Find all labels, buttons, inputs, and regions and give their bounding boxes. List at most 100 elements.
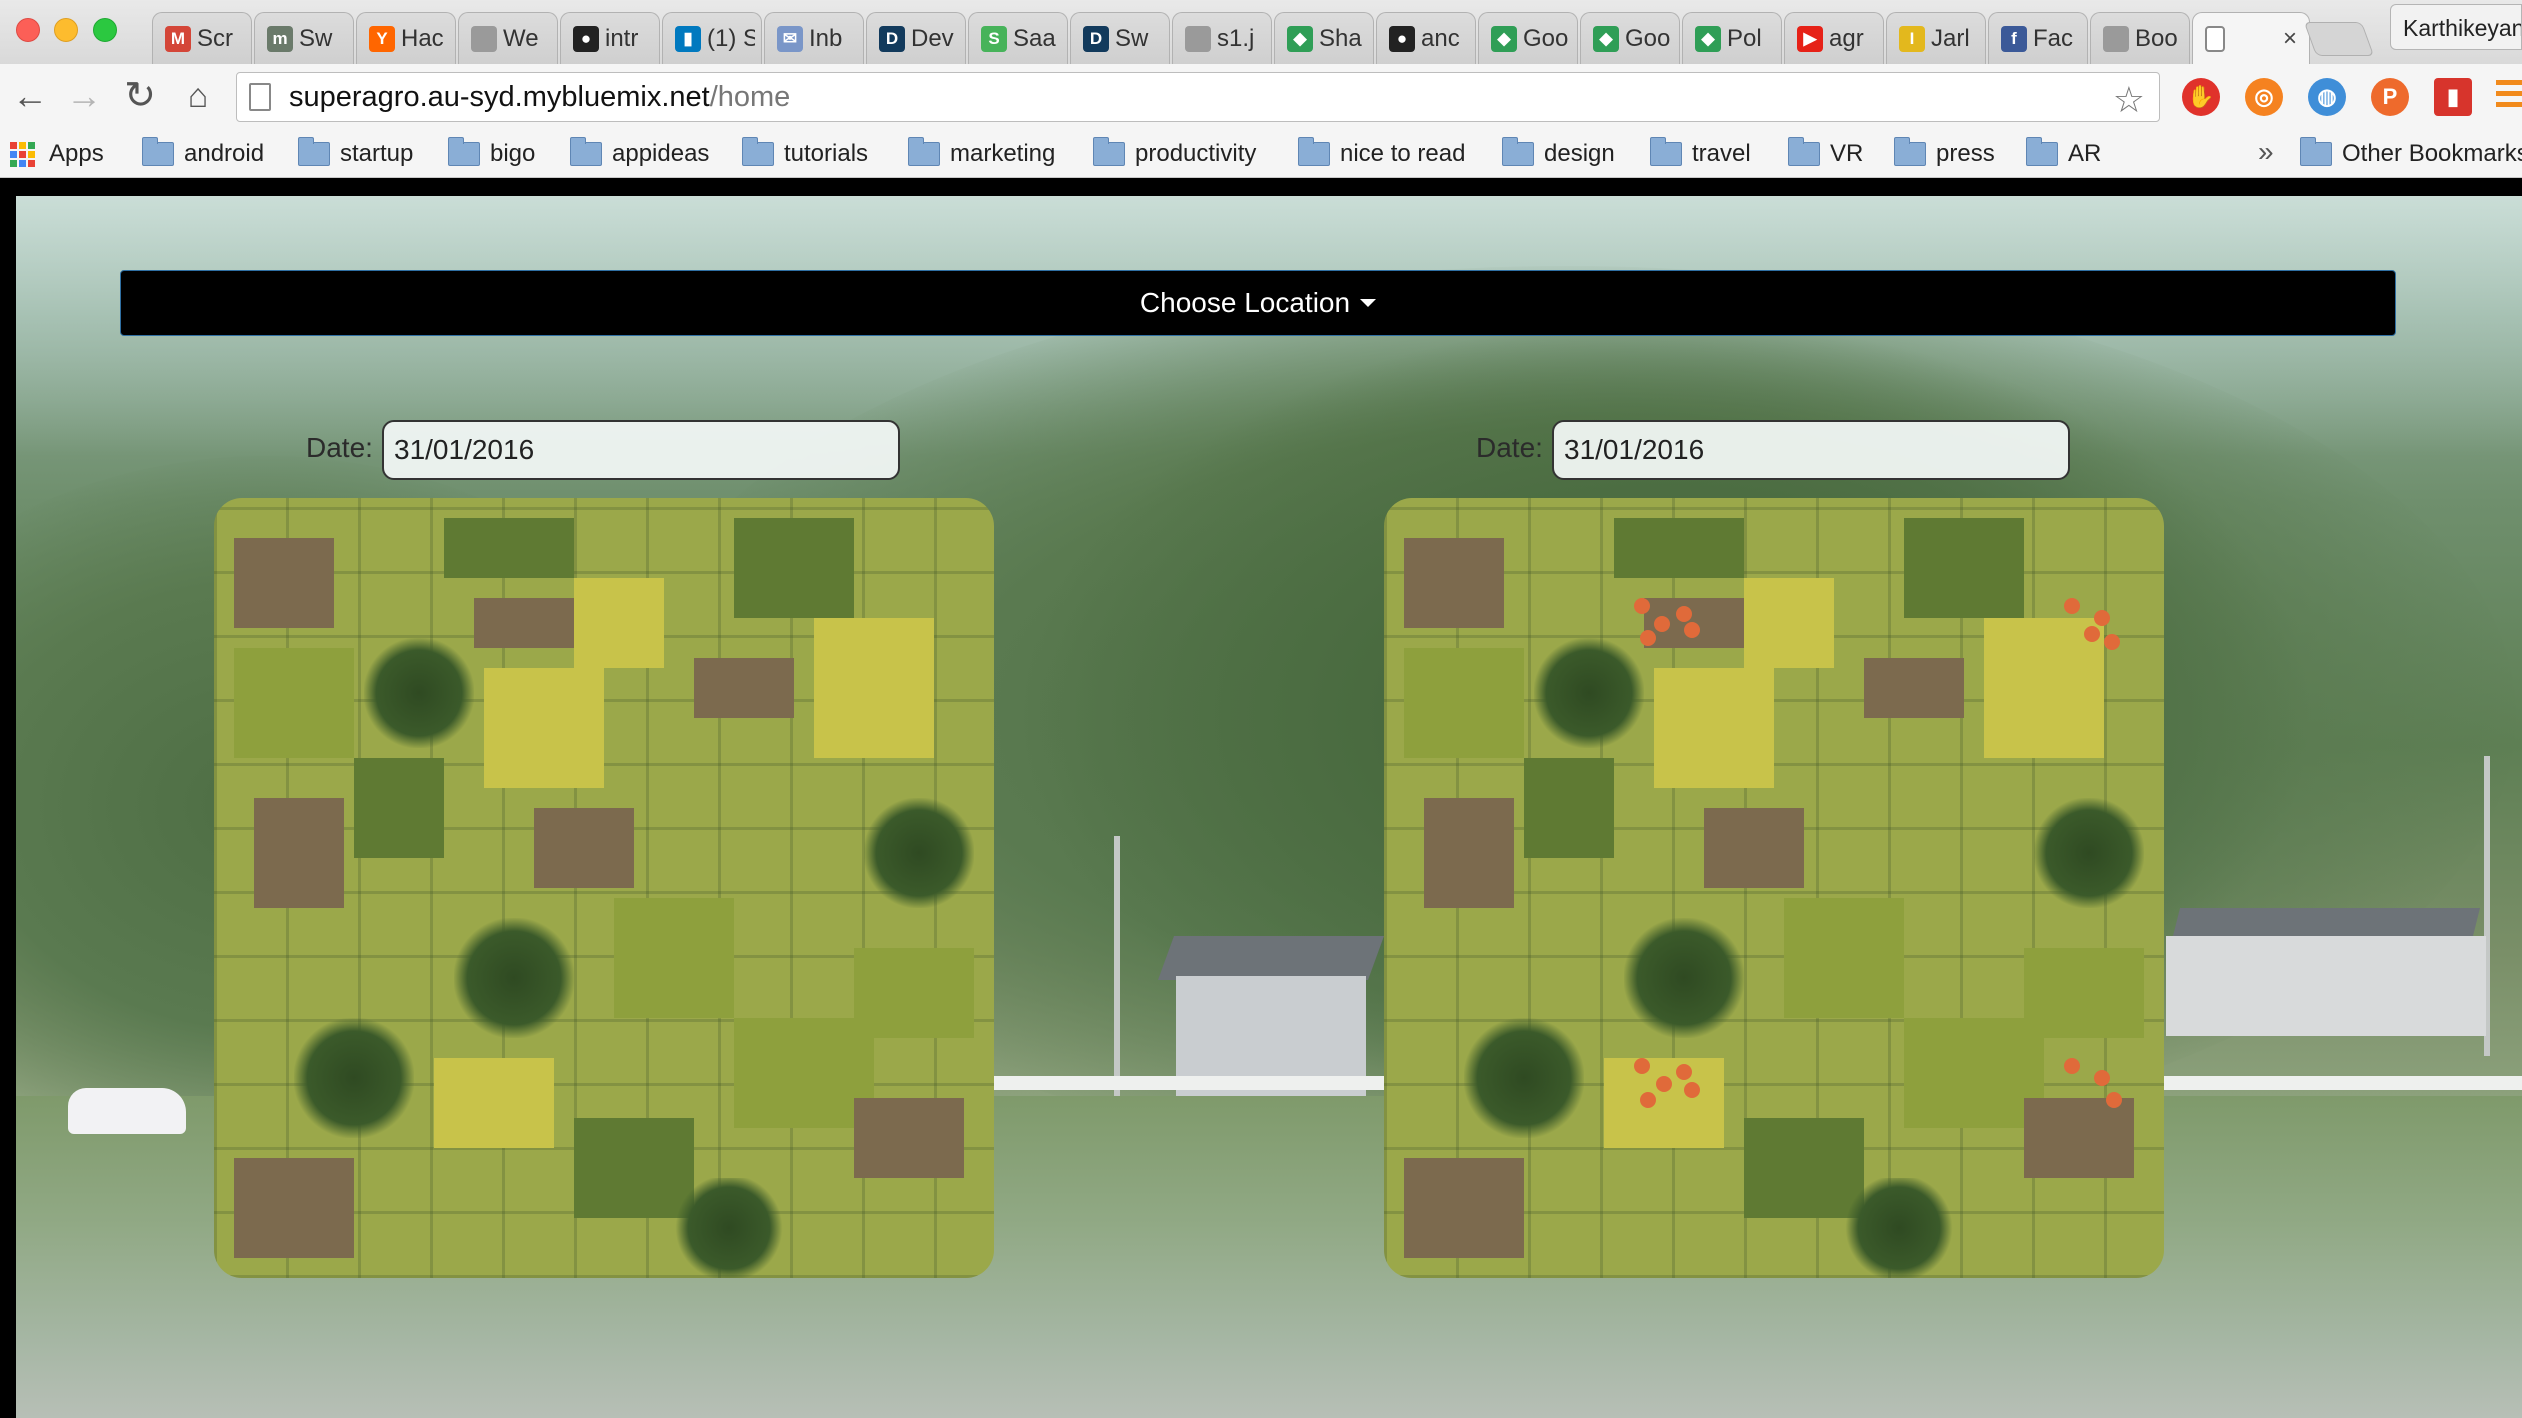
browser-tab[interactable]: ✉ Inb <box>764 12 864 64</box>
hotspot-marker <box>1656 1076 1672 1092</box>
folder-icon <box>908 137 940 166</box>
page-icon <box>249 83 271 111</box>
bookmark-label: startup <box>340 140 414 167</box>
bookmark-folder[interactable]: android <box>142 136 264 172</box>
browser-tab[interactable]: ◆ Goo <box>1478 12 1578 64</box>
browser-tab[interactable]: s1.j <box>1172 12 1272 64</box>
right-date-label: Date: <box>1476 432 1543 463</box>
swagger-icon: m <box>267 25 293 52</box>
field-tile <box>234 648 354 758</box>
bookmark-apps[interactable]: Apps <box>10 136 104 172</box>
field-tile <box>1744 578 1834 668</box>
browser-tab[interactable]: ◆ Sha <box>1274 12 1374 64</box>
field-tile <box>1784 898 1904 1018</box>
tab-title: intr <box>605 24 639 52</box>
bookmark-folder[interactable]: VR <box>1788 136 1863 172</box>
bookmark-label: press <box>1936 140 1995 167</box>
google-drive-icon: ◆ <box>1491 25 1517 52</box>
bookmark-label: productivity <box>1135 140 1257 167</box>
lifebuoy-extension-icon[interactable]: ◎ <box>2245 78 2283 116</box>
browser-tab[interactable]: Y Hac <box>356 12 456 64</box>
tab-title: Inb <box>809 24 843 52</box>
browser-tab[interactable]: ◆ Goo <box>1580 12 1680 64</box>
bookmark-other[interactable]: Other Bookmarks <box>2300 136 2522 172</box>
bookmark-folder[interactable]: productivity <box>1093 136 1256 172</box>
browser-tab[interactable]: ◆ Pol <box>1682 12 1782 64</box>
right-date-input[interactable] <box>1552 420 2070 480</box>
field-tile <box>1404 538 1504 628</box>
new-tab-button[interactable] <box>2303 22 2375 56</box>
hotspot-marker <box>2106 1092 2122 1108</box>
tab-title: Jarl <box>1931 24 1970 52</box>
browser-tab[interactable]: m Sw <box>254 12 354 64</box>
folder-icon <box>1502 137 1534 166</box>
browser-tab[interactable]: I Jarl <box>1886 12 1986 64</box>
bookmark-folder[interactable]: nice to read <box>1298 136 1465 172</box>
browser-tab[interactable]: S Saa <box>968 12 1068 64</box>
folder-icon <box>1298 137 1330 166</box>
bookmark-folder[interactable]: bigo <box>448 136 535 172</box>
background-car <box>68 1088 186 1134</box>
hotspot-marker <box>1640 1092 1656 1108</box>
field-tile <box>614 898 734 1018</box>
home-icon[interactable]: ⌂ <box>178 76 218 116</box>
hotspot-marker <box>1676 606 1692 622</box>
bookmark-folder[interactable]: marketing <box>908 136 1055 172</box>
bookmark-star-icon[interactable]: ☆ <box>2113 79 2145 121</box>
browser-tab[interactable]: ● anc <box>1376 12 1476 64</box>
choose-location-dropdown[interactable]: Choose Location <box>120 270 2396 336</box>
bookmark-label: design <box>1544 140 1615 167</box>
tab-title: Dev <box>911 24 954 52</box>
bookmark-extension-icon[interactable]: ▮ <box>2434 78 2472 116</box>
bookmark-folder[interactable]: press <box>1894 136 1995 172</box>
tab-title: We <box>503 24 539 52</box>
bookmark-folder[interactable]: travel <box>1650 136 1751 172</box>
browser-tab[interactable]: We <box>458 12 558 64</box>
field-tile <box>734 1018 874 1128</box>
hotspot-marker <box>1684 1082 1700 1098</box>
globe-extension-icon[interactable]: ◍ <box>2308 78 2346 116</box>
address-bar[interactable]: superagro.au-syd.mybluemix.net/home ☆ <box>236 72 2160 122</box>
browser-tab[interactable]: ▮ (1) S <box>662 12 762 64</box>
tab-title: Goo <box>1625 24 1671 52</box>
choose-location-label: Choose Location <box>1139 287 1351 318</box>
bookmark-folder[interactable]: AR <box>2026 136 2101 172</box>
reload-icon[interactable]: ↻ <box>120 76 160 116</box>
field-tile <box>814 618 934 758</box>
profile-button[interactable]: Karthikeyan <box>2390 4 2522 50</box>
field-tile <box>734 518 854 618</box>
window-minimize-button[interactable] <box>54 18 78 42</box>
adblock-extension-icon[interactable]: ✋ <box>2182 78 2220 116</box>
browser-tab[interactable]: D Sw <box>1070 12 1170 64</box>
browser-tab[interactable]: Boo <box>2090 12 2190 64</box>
bookmark-folder[interactable]: design <box>1502 136 1615 172</box>
bookmark-folder[interactable]: startup <box>298 136 413 172</box>
browser-tab[interactable]: ▶ agr <box>1784 12 1884 64</box>
left-field-map <box>214 498 994 1278</box>
close-tab-icon[interactable]: × <box>2283 25 2297 53</box>
field-tile <box>1464 1018 1584 1138</box>
field-tile <box>434 1058 554 1148</box>
browser-menu-icon[interactable] <box>2496 80 2522 114</box>
bookmarks-overflow-icon[interactable]: » <box>2258 136 2274 168</box>
back-arrow-icon[interactable]: ← <box>10 76 50 116</box>
browser-tab[interactable]: ● intr <box>560 12 660 64</box>
browser-tab-active[interactable]: × <box>2192 12 2310 64</box>
bookmark-folder[interactable]: tutorials <box>742 136 868 172</box>
bookmark-label: android <box>184 140 265 167</box>
window-maximize-button[interactable] <box>93 18 117 42</box>
folder-icon <box>1093 137 1125 166</box>
field-tile <box>474 598 584 648</box>
hotspot-marker <box>2064 598 2080 614</box>
p-extension-icon[interactable]: P <box>2371 78 2409 116</box>
left-date-input[interactable] <box>382 420 900 480</box>
bookmark-folder[interactable]: appideas <box>570 136 709 172</box>
folder-icon <box>142 137 174 166</box>
browser-tab[interactable]: f Fac <box>1988 12 2088 64</box>
forward-arrow-icon[interactable]: → <box>64 76 104 116</box>
right-field-map <box>1384 498 2164 1278</box>
window-close-button[interactable] <box>16 18 40 42</box>
browser-tab[interactable]: M Scr <box>152 12 252 64</box>
browser-tab[interactable]: D Dev <box>866 12 966 64</box>
field-tile <box>1404 648 1524 758</box>
